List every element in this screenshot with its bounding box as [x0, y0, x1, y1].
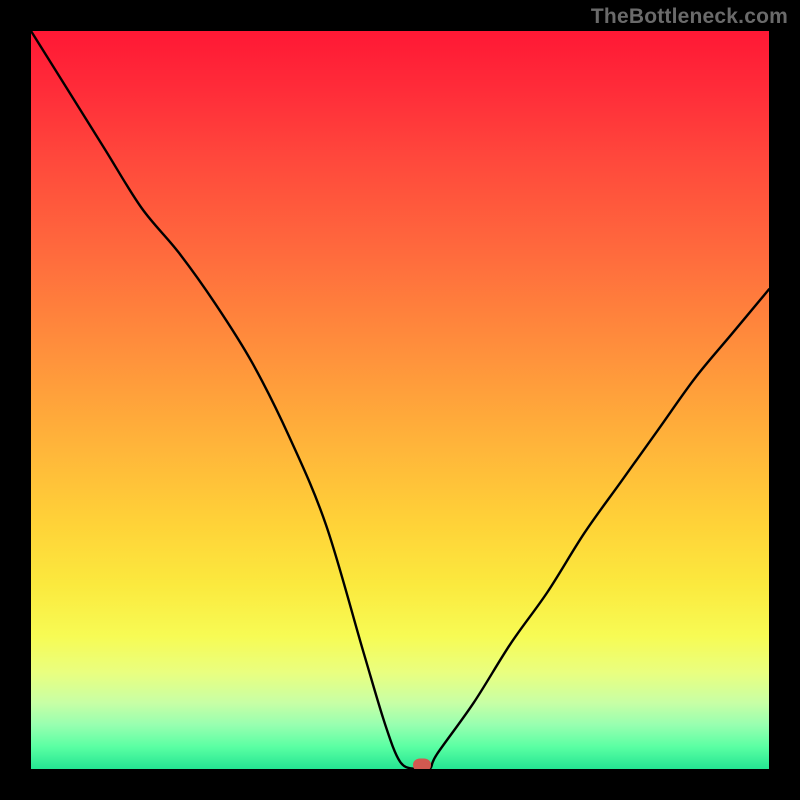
watermark-text: TheBottleneck.com [591, 5, 788, 29]
chart-frame: TheBottleneck.com [0, 0, 800, 800]
plot-area [31, 31, 769, 769]
minimum-marker [413, 759, 431, 769]
bottleneck-curve [31, 31, 769, 769]
